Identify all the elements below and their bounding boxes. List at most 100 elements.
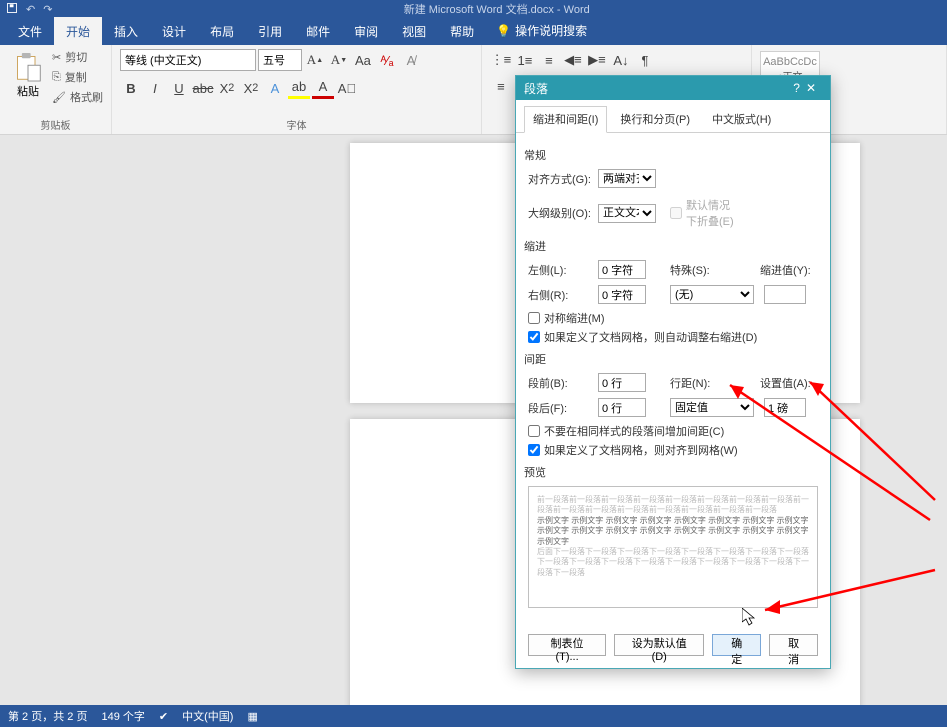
tab-home[interactable]: 开始 <box>54 17 102 45</box>
paste-label: 粘贴 <box>17 83 39 99</box>
snapgrid-check[interactable] <box>528 444 540 456</box>
tab-references[interactable]: 引用 <box>246 17 294 45</box>
font-name-select[interactable] <box>120 49 256 71</box>
tab-design[interactable]: 设计 <box>150 17 198 45</box>
dialog-title: 段落 <box>524 80 548 97</box>
page-status[interactable]: 第 2 页，共 2 页 <box>8 708 87 724</box>
dialog-tabs: 缩进和间距(I) 换行和分页(P) 中文版式(H) <box>516 100 830 133</box>
snapgrid-label: 如果定义了文档网格，则对齐到网格(W) <box>544 442 738 458</box>
outline-label: 大纲级别(O): <box>528 205 592 221</box>
scissors-icon: ✂ <box>52 51 61 64</box>
bulb-icon: 💡 <box>496 24 511 38</box>
clear-format-button[interactable]: A̸ <box>400 49 422 71</box>
mirror-check[interactable] <box>528 312 540 324</box>
at-label: 设置值(A): <box>760 375 811 391</box>
tabs-button[interactable]: 制表位(T)... <box>528 634 606 656</box>
help-icon[interactable]: ? <box>793 81 800 95</box>
copy-label: 复制 <box>65 69 87 85</box>
brush-icon: 🖌 <box>52 91 66 104</box>
char-border-button[interactable]: A⃞ <box>336 77 358 99</box>
tab-insert[interactable]: 插入 <box>102 17 150 45</box>
line-label: 行距(N): <box>670 375 718 391</box>
tab-layout[interactable]: 布局 <box>198 17 246 45</box>
tab-chinese[interactable]: 中文版式(H) <box>703 106 780 132</box>
word-count[interactable]: 149 个字 <box>101 708 144 724</box>
italic-button[interactable]: I <box>144 77 166 99</box>
copy-icon: ⎘ <box>52 71 61 84</box>
right-indent-label: 右侧(R): <box>528 287 592 303</box>
after-input[interactable] <box>598 398 646 417</box>
superscript-button[interactable]: X2 <box>240 77 262 99</box>
at-input[interactable] <box>764 398 806 417</box>
tab-mailings[interactable]: 邮件 <box>294 17 342 45</box>
paste-button[interactable]: 粘贴 <box>8 49 48 105</box>
tab-indent-spacing[interactable]: 缩进和间距(I) <box>524 106 607 133</box>
align-left-button[interactable]: ≡ <box>490 75 512 97</box>
cursor-icon <box>742 608 756 626</box>
phonetic-button[interactable]: ᴬ⁄ₐ <box>376 49 398 71</box>
statusbar: 第 2 页，共 2 页 149 个字 ✔ 中文(中国) ▦ <box>0 705 947 727</box>
tab-review[interactable]: 审阅 <box>342 17 390 45</box>
titlebar: ↶ ↷ 新建 Microsoft Word 文档.docx - Word <box>0 0 947 18</box>
cancel-button[interactable]: 取消 <box>769 634 818 656</box>
tab-help[interactable]: 帮助 <box>438 17 486 45</box>
highlight-button[interactable]: ab <box>288 77 310 99</box>
sort-button[interactable]: A↓ <box>610 49 632 71</box>
outline-select[interactable]: 正文文本 <box>598 204 656 223</box>
tell-me[interactable]: 💡 操作说明搜索 <box>486 16 597 45</box>
language-status[interactable]: 中文(中国) <box>182 708 233 724</box>
align-select[interactable]: 两端对齐 <box>598 169 656 188</box>
decrease-indent-button[interactable]: ◀≡ <box>562 49 584 71</box>
tab-file[interactable]: 文件 <box>6 17 54 45</box>
proofing-icon[interactable]: ✔ <box>159 710 168 723</box>
paragraph-dialog: 段落 ? ✕ 缩进和间距(I) 换行和分页(P) 中文版式(H) 常规 对齐方式… <box>515 75 831 669</box>
macro-icon[interactable]: ▦ <box>247 710 257 723</box>
font-color-button[interactable]: A <box>312 77 334 99</box>
strike-button[interactable]: abc <box>192 77 214 99</box>
cut-button[interactable]: ✂ 剪切 <box>52 49 103 65</box>
by-label: 缩进值(Y): <box>760 262 811 278</box>
redo-icon[interactable]: ↷ <box>43 3 52 16</box>
mirror-label: 对称缩进(M) <box>544 310 605 326</box>
by-input[interactable] <box>764 285 806 304</box>
left-indent-label: 左侧(L): <box>528 262 592 278</box>
bullets-button[interactable]: ⋮≡ <box>490 49 512 71</box>
shrink-font-button[interactable]: A▼ <box>328 49 350 71</box>
before-input[interactable] <box>598 373 646 392</box>
font-size-select[interactable] <box>258 49 302 71</box>
before-label: 段前(B): <box>528 375 592 391</box>
underline-button[interactable]: U <box>168 77 190 99</box>
special-select[interactable]: (无) <box>670 285 754 304</box>
undo-icon[interactable]: ↶ <box>26 3 35 16</box>
cut-label: 剪切 <box>65 49 87 65</box>
noaddsame-check[interactable] <box>528 425 540 437</box>
set-default-button[interactable]: 设为默认值(D) <box>614 634 704 656</box>
multilevel-button[interactable]: ≡ <box>538 49 560 71</box>
change-case-button[interactable]: Aa <box>352 49 374 71</box>
left-indent-input[interactable] <box>598 260 646 279</box>
dialog-titlebar[interactable]: 段落 ? ✕ <box>516 76 830 100</box>
numbering-button[interactable]: 1≡ <box>514 49 536 71</box>
right-indent-input[interactable] <box>598 285 646 304</box>
show-marks-button[interactable]: ¶ <box>634 49 656 71</box>
tell-me-label: 操作说明搜索 <box>515 22 587 39</box>
save-icon[interactable] <box>6 2 18 17</box>
subscript-button[interactable]: X2 <box>216 77 238 99</box>
noaddsame-label: 不要在相同样式的段落间增加间距(C) <box>544 423 724 439</box>
window-title: 新建 Microsoft Word 文档.docx - Word <box>52 1 941 17</box>
tab-view[interactable]: 视图 <box>390 17 438 45</box>
tab-line-page[interactable]: 换行和分页(P) <box>611 106 699 132</box>
bold-button[interactable]: B <box>120 77 142 99</box>
autogrid-check[interactable] <box>528 331 540 343</box>
autogrid-label: 如果定义了文档网格，则自动调整右缩进(D) <box>544 329 757 345</box>
preview-box: 前一段落前一段落前一段落前一段落前一段落前一段落前一段落前一段落前一段落前一段落… <box>528 486 818 608</box>
grow-font-button[interactable]: A▲ <box>304 49 326 71</box>
close-icon[interactable]: ✕ <box>800 81 822 95</box>
increase-indent-button[interactable]: ▶≡ <box>586 49 608 71</box>
line-spacing-select[interactable]: 固定值 <box>670 398 754 417</box>
copy-button[interactable]: ⎘ 复制 <box>52 69 103 85</box>
format-painter-button[interactable]: 🖌格式刷 <box>52 89 103 105</box>
clipboard-group-label: 剪贴板 <box>8 117 103 132</box>
ok-button[interactable]: 确定 <box>712 634 761 656</box>
text-effect-button[interactable]: A <box>264 77 286 99</box>
